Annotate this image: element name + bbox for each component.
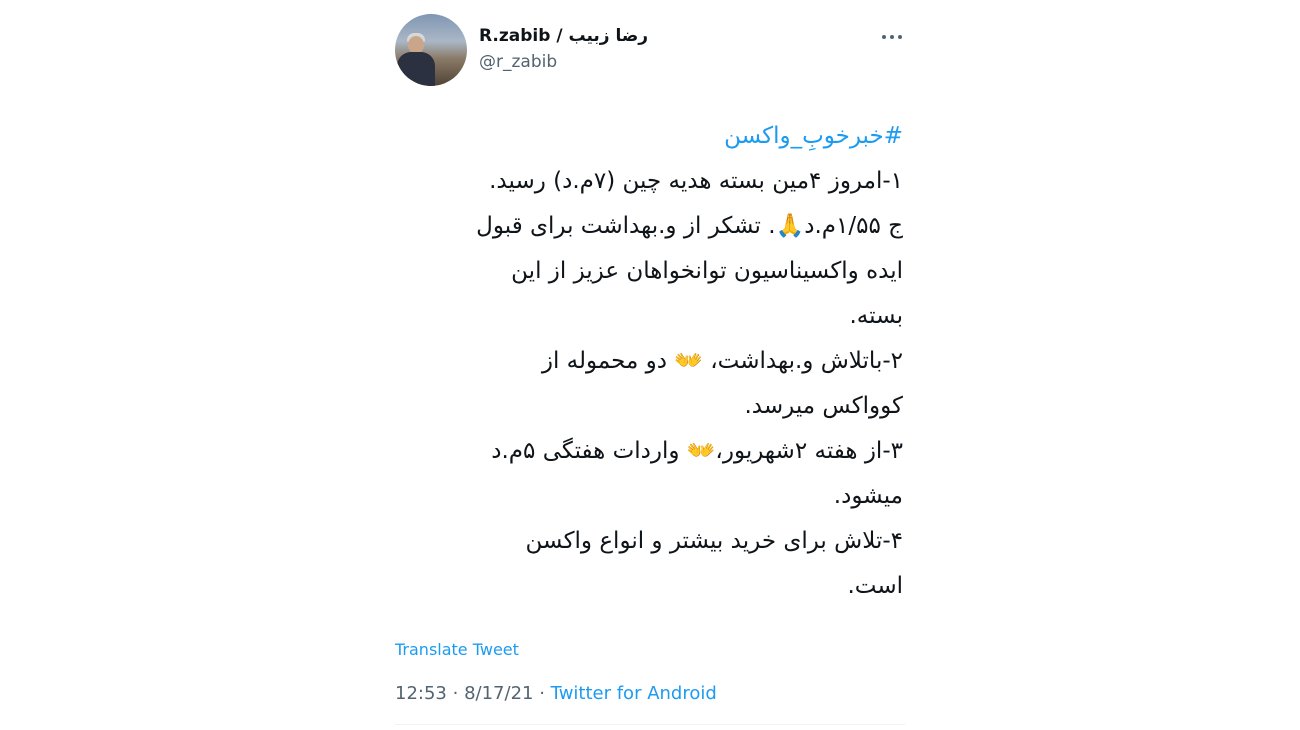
user-handle[interactable]: @r_zabib [479, 52, 557, 72]
more-dots-icon[interactable] [879, 26, 905, 48]
tweet-line: ۲-باتلاش و.بهداشت، 👐 دو محموله از [541, 348, 903, 374]
translate-tweet-link[interactable]: Translate Tweet [395, 640, 519, 659]
avatar-body [397, 52, 435, 86]
tweet-line: است. [847, 573, 903, 599]
divider [395, 724, 905, 725]
tweet-text: #خبرخوبِ_واکسن ۱-امروز ۴مین بسته هدیه چی… [395, 114, 903, 609]
tweet-line: میشود. [833, 483, 903, 509]
tweet-line: ۳-از هفته ۲شهریور،👐 واردات هفتگی ۵م.د [491, 438, 903, 464]
tweet-line: ۴-تلاش برای خرید بیشتر و انواع واکسن [525, 528, 903, 554]
hashtag-link[interactable]: #خبرخوبِ_واکسن [395, 114, 903, 159]
tweet-time[interactable]: 12:53 [395, 683, 447, 704]
tweet-meta: 12:53 · 8/17/21 · Twitter for Android [395, 683, 717, 704]
avatar[interactable] [395, 14, 467, 86]
tweet-card: R.zabib / رضا زبیب @r_zabib #خبرخوبِ_واک… [395, 14, 905, 726]
tweet-line: ج ۱/۵۵م.د🙏. تشکر از و.بهداشت برای قبول [476, 213, 903, 239]
tweet-date[interactable]: 8/17/21 [464, 683, 533, 704]
meta-separator: · [452, 683, 459, 704]
tweet-line: کوواکس میرسد. [744, 393, 903, 419]
tweet-line: ۱-امروز ۴مین بسته هدیه چین (۷م.د) رسید. [489, 168, 903, 194]
tweet-line: بسته. [849, 303, 903, 329]
tweet-source-link[interactable]: Twitter for Android [551, 683, 717, 704]
meta-separator: · [539, 683, 545, 704]
display-name[interactable]: R.zabib / رضا زبیب [479, 26, 648, 46]
tweet-line: ایده واکسیناسیون توانخواهان عزیز از این [511, 258, 903, 284]
